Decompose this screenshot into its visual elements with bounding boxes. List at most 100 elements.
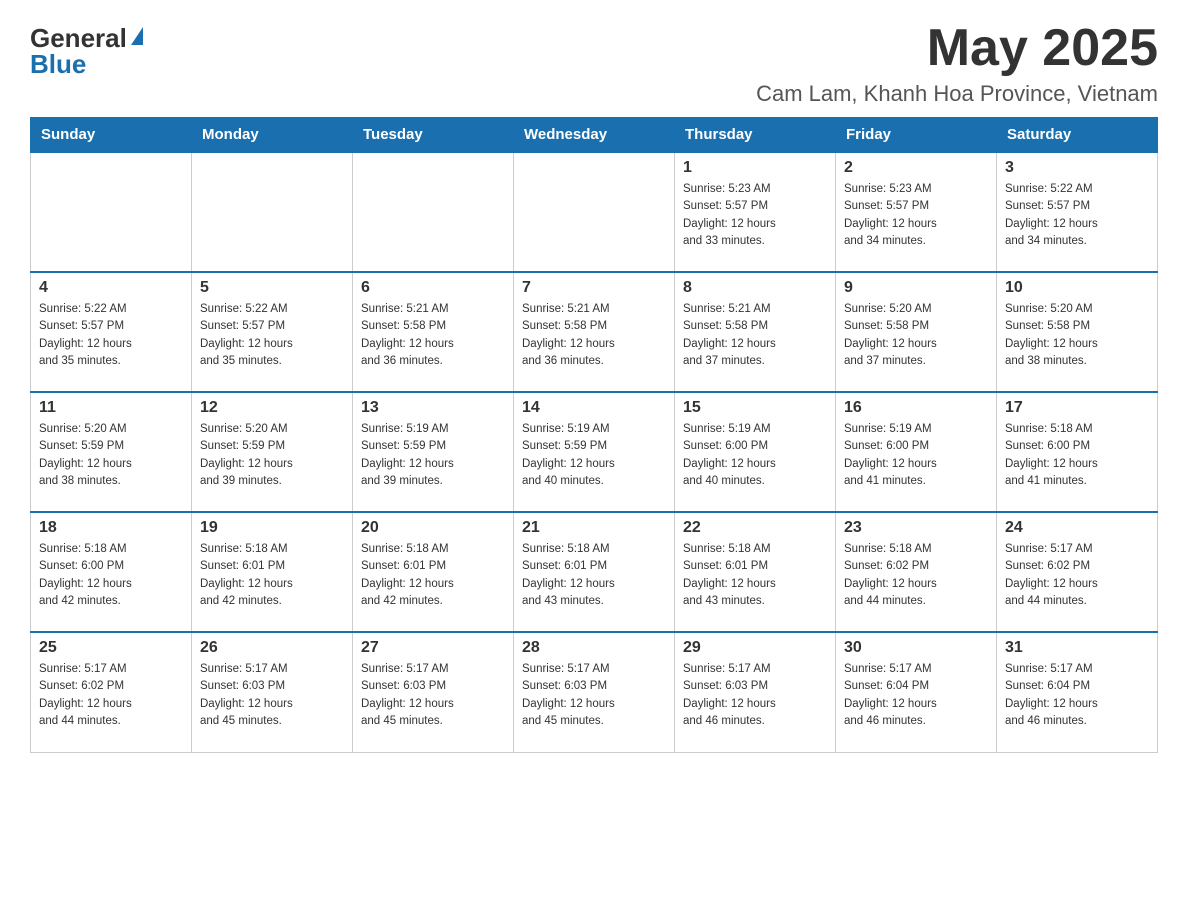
calendar-week-row: 25 Sunrise: 5:17 AM Sunset: 6:02 PM Dayli… [31,632,1158,752]
calendar-week-row: 4 Sunrise: 5:22 AM Sunset: 5:57 PM Daylig… [31,272,1158,392]
day-number: 26 [200,639,344,657]
day-number: 7 [522,279,666,297]
logo-general-text: General [30,25,127,51]
calendar-cell [514,152,675,272]
day-info: Sunrise: 5:18 AM Sunset: 6:01 PM Dayligh… [200,541,344,610]
day-info: Sunrise: 5:18 AM Sunset: 6:00 PM Dayligh… [39,541,183,610]
day-info: Sunrise: 5:19 AM Sunset: 5:59 PM Dayligh… [522,421,666,490]
calendar-cell: 6 Sunrise: 5:21 AM Sunset: 5:58 PM Daylig… [353,272,514,392]
calendar-cell: 1 Sunrise: 5:23 AM Sunset: 5:57 PM Daylig… [675,152,836,272]
day-info: Sunrise: 5:22 AM Sunset: 5:57 PM Dayligh… [200,301,344,370]
calendar-cell: 16 Sunrise: 5:19 AM Sunset: 6:00 PM Dayli… [836,392,997,512]
day-number: 31 [1005,639,1149,657]
calendar-cell: 23Sunrise: 5:18 AM Sunset: 6:02 PM Dayli… [836,512,997,632]
day-of-week-header: Monday [192,118,353,153]
day-info: Sunrise: 5:19 AM Sunset: 6:00 PM Dayligh… [683,421,827,490]
calendar-cell: 13 Sunrise: 5:19 AM Sunset: 5:59 PM Dayli… [353,392,514,512]
day-info: Sunrise: 5:17 AM Sunset: 6:02 PM Dayligh… [1005,541,1149,610]
day-info: Sunrise: 5:17 AM Sunset: 6:03 PM Dayligh… [361,661,505,730]
day-info: Sunrise: 5:23 AM Sunset: 5:57 PM Dayligh… [683,181,827,250]
day-of-week-header: Saturday [997,118,1158,153]
day-info: Sunrise: 5:21 AM Sunset: 5:58 PM Dayligh… [361,301,505,370]
day-number: 24 [1005,519,1149,537]
day-number: 25 [39,639,183,657]
calendar-cell: 28 Sunrise: 5:17 AM Sunset: 6:03 PM Dayli… [514,632,675,752]
calendar-cell: 25 Sunrise: 5:17 AM Sunset: 6:02 PM Dayli… [31,632,192,752]
day-of-week-header: Sunday [31,118,192,153]
day-info: Sunrise: 5:18 AM Sunset: 6:01 PM Dayligh… [522,541,666,610]
day-info: Sunrise: 5:20 AM Sunset: 5:58 PM Dayligh… [1005,301,1149,370]
day-info: Sunrise: 5:17 AM Sunset: 6:04 PM Dayligh… [844,661,988,730]
day-number: 1 [683,159,827,177]
day-info: Sunrise: 5:18 AM Sunset: 6:02 PM Dayligh… [844,541,988,610]
calendar-cell: 11 Sunrise: 5:20 AM Sunset: 5:59 PM Dayli… [31,392,192,512]
logo-triangle-icon [131,27,143,45]
calendar-cell: 20 Sunrise: 5:18 AM Sunset: 6:01 PM Dayli… [353,512,514,632]
day-info: Sunrise: 5:18 AM Sunset: 6:00 PM Dayligh… [1005,421,1149,490]
calendar-cell: 14 Sunrise: 5:19 AM Sunset: 5:59 PM Dayli… [514,392,675,512]
calendar-week-row: 11 Sunrise: 5:20 AM Sunset: 5:59 PM Dayli… [31,392,1158,512]
calendar-cell: 4 Sunrise: 5:22 AM Sunset: 5:57 PM Daylig… [31,272,192,392]
day-info: Sunrise: 5:19 AM Sunset: 5:59 PM Dayligh… [361,421,505,490]
day-info: Sunrise: 5:21 AM Sunset: 5:58 PM Dayligh… [522,301,666,370]
calendar-cell: 26 Sunrise: 5:17 AM Sunset: 6:03 PM Dayli… [192,632,353,752]
day-number: 13 [361,399,505,417]
day-info: Sunrise: 5:20 AM Sunset: 5:59 PM Dayligh… [39,421,183,490]
day-info: Sunrise: 5:23 AM Sunset: 5:57 PM Dayligh… [844,181,988,250]
day-info: Sunrise: 5:18 AM Sunset: 6:01 PM Dayligh… [683,541,827,610]
day-of-week-header: Thursday [675,118,836,153]
calendar-cell: 18Sunrise: 5:18 AM Sunset: 6:00 PM Dayli… [31,512,192,632]
day-info: Sunrise: 5:22 AM Sunset: 5:57 PM Dayligh… [1005,181,1149,250]
day-of-week-header: Wednesday [514,118,675,153]
day-number: 28 [522,639,666,657]
calendar-cell [192,152,353,272]
day-info: Sunrise: 5:17 AM Sunset: 6:02 PM Dayligh… [39,661,183,730]
day-info: Sunrise: 5:22 AM Sunset: 5:57 PM Dayligh… [39,301,183,370]
day-number: 12 [200,399,344,417]
day-info: Sunrise: 5:18 AM Sunset: 6:01 PM Dayligh… [361,541,505,610]
day-info: Sunrise: 5:20 AM Sunset: 5:59 PM Dayligh… [200,421,344,490]
calendar-cell: 15 Sunrise: 5:19 AM Sunset: 6:00 PM Dayli… [675,392,836,512]
calendar-cell [353,152,514,272]
day-info: Sunrise: 5:21 AM Sunset: 5:58 PM Dayligh… [683,301,827,370]
calendar-cell: 12 Sunrise: 5:20 AM Sunset: 5:59 PM Dayli… [192,392,353,512]
day-number: 19 [200,519,344,537]
day-info: Sunrise: 5:19 AM Sunset: 6:00 PM Dayligh… [844,421,988,490]
logo-blue-text: Blue [30,51,86,77]
day-number: 4 [39,279,183,297]
calendar-cell: 2Sunrise: 5:23 AM Sunset: 5:57 PM Daylig… [836,152,997,272]
calendar-cell: 30 Sunrise: 5:17 AM Sunset: 6:04 PM Dayli… [836,632,997,752]
calendar-cell: 8Sunrise: 5:21 AM Sunset: 5:58 PM Daylig… [675,272,836,392]
calendar-cell: 21 Sunrise: 5:18 AM Sunset: 6:01 PM Dayli… [514,512,675,632]
calendar-cell: 17 Sunrise: 5:18 AM Sunset: 6:00 PM Dayli… [997,392,1158,512]
calendar-week-row: 18Sunrise: 5:18 AM Sunset: 6:00 PM Dayli… [31,512,1158,632]
location-title: Cam Lam, Khanh Hoa Province, Vietnam [756,81,1158,107]
day-number: 6 [361,279,505,297]
day-number: 15 [683,399,827,417]
day-number: 16 [844,399,988,417]
day-number: 27 [361,639,505,657]
day-number: 17 [1005,399,1149,417]
page-header: General Blue May 2025 Cam Lam, Khanh Hoa… [30,20,1158,107]
day-of-week-header: Tuesday [353,118,514,153]
calendar-header-row: SundayMondayTuesdayWednesdayThursdayFrid… [31,118,1158,153]
day-number: 30 [844,639,988,657]
day-number: 14 [522,399,666,417]
calendar-table: SundayMondayTuesdayWednesdayThursdayFrid… [30,117,1158,753]
day-number: 29 [683,639,827,657]
day-number: 3 [1005,159,1149,177]
calendar-cell: 31Sunrise: 5:17 AM Sunset: 6:04 PM Dayli… [997,632,1158,752]
day-number: 21 [522,519,666,537]
calendar-cell: 7 Sunrise: 5:21 AM Sunset: 5:58 PM Daylig… [514,272,675,392]
day-info: Sunrise: 5:17 AM Sunset: 6:03 PM Dayligh… [200,661,344,730]
day-info: Sunrise: 5:17 AM Sunset: 6:03 PM Dayligh… [522,661,666,730]
day-number: 20 [361,519,505,537]
calendar-cell [31,152,192,272]
day-number: 10 [1005,279,1149,297]
calendar-cell: 10 Sunrise: 5:20 AM Sunset: 5:58 PM Dayli… [997,272,1158,392]
calendar-cell: 19 Sunrise: 5:18 AM Sunset: 6:01 PM Dayli… [192,512,353,632]
day-number: 11 [39,399,183,417]
month-title: May 2025 [756,20,1158,77]
day-info: Sunrise: 5:20 AM Sunset: 5:58 PM Dayligh… [844,301,988,370]
calendar-cell: 9Sunrise: 5:20 AM Sunset: 5:58 PM Daylig… [836,272,997,392]
